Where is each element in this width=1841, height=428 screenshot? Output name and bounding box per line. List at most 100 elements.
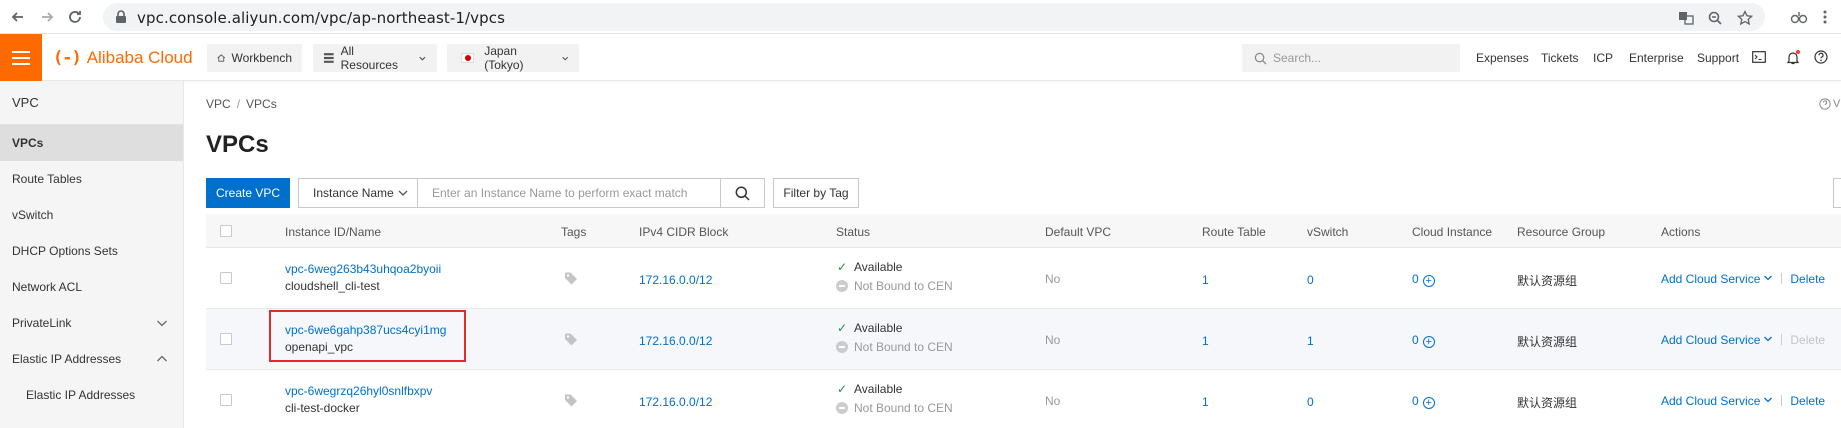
hamburger-menu-icon[interactable] <box>0 34 42 81</box>
sidebar-item-label: vSwitch <box>12 208 54 222</box>
tag-icon[interactable] <box>564 271 578 285</box>
status-available: ✓ Available <box>836 321 903 335</box>
bookmark-star-icon[interactable] <box>1737 10 1753 26</box>
create-vpc-button[interactable]: Create VPC <box>206 178 290 208</box>
brand-mark: (-) <box>53 48 82 68</box>
cidr-block[interactable]: 172.16.0.0/12 <box>639 334 712 348</box>
sidebar-item-network-acl[interactable]: Network ACL <box>0 269 183 305</box>
instance-name-search-input[interactable]: Enter an Instance Name to perform exact … <box>417 178 721 208</box>
region-selector[interactable]: Japan (Tokyo) <box>447 44 579 72</box>
forward-arrow-icon[interactable] <box>37 7 57 27</box>
status-cen: Not Bound to CEN <box>836 279 953 293</box>
sidebar-item-vpcs[interactable]: VPCs <box>0 125 183 161</box>
route-table-count[interactable]: 1 <box>1202 334 1209 348</box>
zoom-icon[interactable] <box>1707 10 1723 26</box>
alibaba-cloud-logo[interactable]: (-) Alibaba Cloud <box>53 47 193 69</box>
cen-label: Not Bound to CEN <box>854 401 953 415</box>
workbench-label: Workbench <box>231 51 292 65</box>
sidebar-item-vswitch[interactable]: vSwitch <box>0 197 183 233</box>
sidebar-item-elastic-ip-addresses[interactable]: Elastic IP Addresses <box>0 341 183 377</box>
browser-toolbar: vpc.console.aliyun.com/vpc/ap-northeast-… <box>0 0 1841 34</box>
vswitch-count[interactable]: 0 <box>1307 395 1314 409</box>
cen-label: Not Bound to CEN <box>854 340 953 354</box>
column-header-default-vpc: Default VPC <box>1045 225 1112 239</box>
action-divider <box>1781 273 1783 284</box>
terminal-icon[interactable] <box>1751 49 1767 65</box>
row-checkbox[interactable] <box>220 272 232 284</box>
bell-icon[interactable] <box>1785 49 1801 65</box>
sidebar-item-privatelink[interactable]: PrivateLink <box>0 305 183 341</box>
add-cloud-service-link[interactable]: Add Cloud Service <box>1661 272 1760 286</box>
column-header-vswitch: vSwitch <box>1307 225 1349 239</box>
select-all-checkbox[interactable] <box>220 225 232 237</box>
home-icon <box>217 54 226 62</box>
more-menu-icon[interactable] <box>1815 7 1835 27</box>
settings-button-partial[interactable] <box>1833 178 1841 208</box>
back-arrow-icon[interactable] <box>8 7 28 27</box>
row-checkbox[interactable] <box>220 333 232 345</box>
help-icon[interactable] <box>1813 49 1829 65</box>
resource-group: 默认资源组 <box>1517 274 1578 288</box>
sidebar-item-dhcp-options-sets[interactable]: DHCP Options Sets <box>0 233 183 269</box>
instance-id-link[interactable]: vpc-6wegrzq26hyl0snlfbxpv <box>285 384 432 398</box>
add-cloud-service-link[interactable]: Add Cloud Service <box>1661 394 1760 408</box>
sidebar-title[interactable]: VPC <box>0 81 183 125</box>
plus-circle-icon[interactable]: + <box>1422 336 1435 348</box>
filter-by-tag-button[interactable]: Filter by Tag <box>773 178 859 208</box>
plus-circle-icon[interactable]: + <box>1422 275 1435 287</box>
search-icon <box>735 186 750 201</box>
cidr-block[interactable]: 172.16.0.0/12 <box>639 273 712 287</box>
address-bar[interactable]: vpc.console.aliyun.com/vpc/ap-northeast-… <box>103 3 1765 31</box>
tag-icon[interactable] <box>564 332 578 346</box>
reload-icon[interactable] <box>65 7 85 27</box>
expenses-link[interactable]: Expenses <box>1476 51 1529 65</box>
sidebar-item-route-tables[interactable]: Route Tables <box>0 161 183 197</box>
workbench-button[interactable]: Workbench <box>207 44 302 72</box>
extension-icon[interactable] <box>1789 7 1809 27</box>
row-actions: Add Cloud Service Delete <box>1661 394 1825 408</box>
chevron-down-icon <box>398 190 408 196</box>
cloud-instance-count[interactable]: 0 + <box>1412 272 1435 287</box>
support-link[interactable]: Support <box>1697 51 1739 65</box>
action-divider <box>1781 395 1783 406</box>
route-table-count[interactable]: 1 <box>1202 395 1209 409</box>
sidebar-subitem-elastic-ip-addresses[interactable]: Elastic IP Addresses <box>0 377 183 413</box>
row-actions: Add Cloud Service Delete <box>1661 272 1825 286</box>
plus-circle-icon[interactable]: + <box>1422 397 1435 409</box>
status-available: ✓ Available <box>836 260 903 274</box>
breadcrumb-vpc[interactable]: VPC <box>206 97 231 111</box>
delete-link[interactable]: Delete <box>1790 394 1825 408</box>
icp-link[interactable]: ICP <box>1593 51 1613 65</box>
default-vpc-value: No <box>1045 394 1061 408</box>
row-checkbox[interactable] <box>220 394 232 406</box>
tickets-link[interactable]: Tickets <box>1541 51 1579 65</box>
chevron-down-icon <box>419 56 426 61</box>
cidr-block[interactable]: 172.16.0.0/12 <box>639 395 712 409</box>
column-header-route-table: Route Table <box>1202 225 1266 239</box>
breadcrumb-separator: / <box>236 97 241 111</box>
status-label: Available <box>854 321 903 335</box>
column-header-cloud-instance: Cloud Instance <box>1412 225 1493 239</box>
instance-id-link[interactable]: vpc-6weg263b43uhqoa2byoii <box>285 262 441 276</box>
search-button[interactable] <box>721 178 765 208</box>
translate-icon[interactable] <box>1678 10 1694 26</box>
status-label: Available <box>854 382 903 396</box>
vswitch-count[interactable]: 0 <box>1307 273 1314 287</box>
vswitch-count[interactable]: 1 <box>1307 334 1314 348</box>
global-search-input[interactable]: Search... <box>1242 44 1460 72</box>
tag-icon[interactable] <box>564 393 578 407</box>
table-row: vpc-6weg263b43uhqoa2byoii cloudshell_cli… <box>206 248 1841 309</box>
enterprise-link[interactable]: Enterprise <box>1629 51 1684 65</box>
delete-link-disabled: Delete <box>1790 333 1826 347</box>
filter-field-select[interactable]: Instance Name <box>298 178 418 208</box>
all-resources-dropdown[interactable]: All Resources <box>313 44 437 72</box>
status-cen: Not Bound to CEN <box>836 340 953 354</box>
page-help[interactable]: V <box>1819 98 1840 110</box>
delete-link[interactable]: Delete <box>1790 272 1825 286</box>
add-cloud-service-link[interactable]: Add Cloud Service <box>1661 333 1760 347</box>
column-header-instance: Instance ID/Name <box>285 225 382 239</box>
sidebar-item-label: Elastic IP Addresses <box>26 388 136 402</box>
grid-icon <box>323 53 334 63</box>
page-title: VPCs <box>206 131 269 158</box>
route-table-count[interactable]: 1 <box>1202 273 1209 287</box>
